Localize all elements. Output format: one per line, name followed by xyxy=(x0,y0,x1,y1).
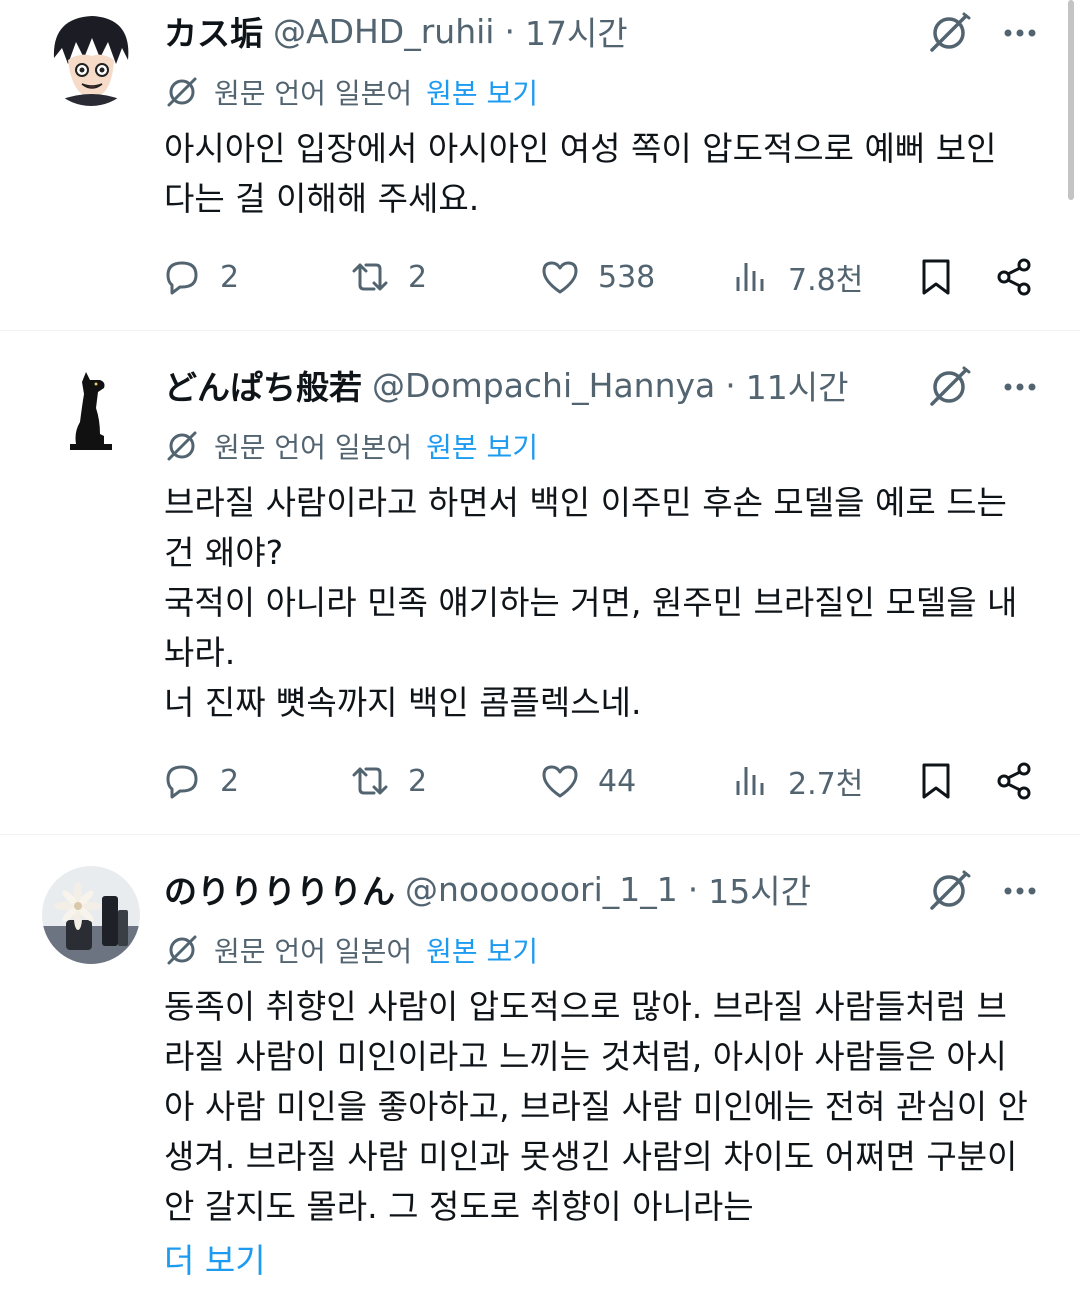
reply-count: 2 xyxy=(220,259,240,295)
user-handle[interactable]: @Dompachi_Hannya xyxy=(372,366,715,405)
tweet-divider xyxy=(0,330,1080,331)
translation-label: 원문 언어 일본어 xyxy=(214,77,413,110)
bookmark-icon xyxy=(922,763,950,799)
retweet-count: 2 xyxy=(408,763,428,799)
translation-label: 원문 언어 일본어 xyxy=(214,935,413,968)
separator-dot: · xyxy=(504,11,515,51)
tweet-text-line: 다는 걸 이해해 주세요. xyxy=(164,179,480,218)
black-dog-statue-avatar-icon xyxy=(42,362,140,460)
more-options-icon[interactable] xyxy=(1000,871,1040,911)
like-button[interactable]: 538 xyxy=(540,254,655,300)
user-handle[interactable]: @noooooori_1_1 xyxy=(405,870,678,909)
display-name[interactable]: のりりりりりん xyxy=(164,865,395,913)
bookmark-icon xyxy=(922,259,950,295)
reply-button[interactable]: 2 xyxy=(162,254,239,300)
retweet-icon xyxy=(352,263,388,291)
translate-grok-icon xyxy=(167,77,197,107)
retweet-icon xyxy=(352,767,388,795)
timestamp[interactable]: 17시간 xyxy=(525,7,628,55)
reply-button[interactable]: 2 xyxy=(162,758,239,804)
view-count: 7.8천 xyxy=(788,263,864,298)
tweet-text-line: 아 사람 미인을 좋아하고, 브라질 사람 미인에는 전혀 관심이 안 xyxy=(164,1087,1028,1126)
views-button[interactable]: 2.7천 xyxy=(730,758,863,804)
share-icon xyxy=(997,762,1031,800)
avatar[interactable] xyxy=(42,362,140,460)
translation-notice: 원문 언어 일본어 원본 보기 xyxy=(164,928,538,972)
avatar[interactable] xyxy=(42,866,140,964)
tweet-text-line: 놔라. xyxy=(164,633,236,672)
tweet-text-line: 생겨. 브라질 사람 미인과 못생긴 사람의 차이도 어쩌면 구분이 xyxy=(164,1137,1018,1176)
tweet-text-line: 아시아인 입장에서 아시아인 여성 쪽이 압도적으로 예뻐 보인 xyxy=(164,129,997,168)
heart-icon xyxy=(542,261,578,294)
share-icon xyxy=(997,258,1031,296)
views-chart-icon xyxy=(736,263,764,291)
show-original-link[interactable]: 원본 보기 xyxy=(426,930,538,970)
tweet-top-icons xyxy=(926,362,1040,412)
timestamp[interactable]: 11시간 xyxy=(746,361,849,409)
tweet-top-icons xyxy=(926,866,1040,916)
tweet-text-line: 브라질 사람이라고 하면서 백인 이주민 후손 모델을 예로 드는 xyxy=(164,483,1007,522)
retweet-button[interactable]: 2 xyxy=(350,758,427,804)
share-button[interactable] xyxy=(994,758,1034,804)
user-handle[interactable]: @ADHD_ruhii xyxy=(273,12,494,51)
grok-icon[interactable] xyxy=(926,364,972,410)
display-name[interactable]: カス垢 xyxy=(164,7,263,55)
views-chart-icon xyxy=(736,767,764,795)
more-options-icon[interactable] xyxy=(1000,13,1040,53)
like-count: 44 xyxy=(598,763,637,799)
translation-notice: 원문 언어 일본어 원본 보기 xyxy=(164,424,538,468)
tweet-header: どんぱち般若 @Dompachi_Hannya · 11시간 xyxy=(164,360,848,410)
tweet-actions: 2 2 538 7.8천 xyxy=(162,254,1042,300)
tweet-header: カス垢 @ADHD_ruhii · 17시간 xyxy=(164,6,628,56)
more-options-icon[interactable] xyxy=(1000,367,1040,407)
heart-icon xyxy=(542,765,578,798)
bookmark-button[interactable] xyxy=(916,758,956,804)
separator-dot: · xyxy=(725,365,736,405)
share-button[interactable] xyxy=(994,254,1034,300)
tweet-text-line: 안 갈지도 몰라. 그 정도로 취향이 아니라는 xyxy=(164,1187,754,1226)
translation-label: 원문 언어 일본어 xyxy=(214,431,413,464)
tweet-top-icons xyxy=(926,8,1040,58)
views-button[interactable]: 7.8천 xyxy=(730,254,863,300)
view-count: 2.7천 xyxy=(788,767,864,802)
scrollbar[interactable] xyxy=(1068,0,1074,200)
tweet-text: 아시아인 입장에서 아시아인 여성 쪽이 압도적으로 예뻐 보인 다는 걸 이해… xyxy=(164,124,1044,224)
translate-grok-icon xyxy=(167,935,197,965)
tweet-divider xyxy=(0,834,1080,835)
reply-feed: カス垢 @ADHD_ruhii · 17시간 원문 언어 일본어 원본 보기 아… xyxy=(0,0,1080,1302)
tweet-text: 브라질 사람이라고 하면서 백인 이주민 후손 모델을 예로 드는 건 왜야? … xyxy=(164,478,1044,728)
display-name[interactable]: どんぱち般若 xyxy=(164,361,362,409)
bookmark-button[interactable] xyxy=(916,254,956,300)
retweet-button[interactable]: 2 xyxy=(350,254,427,300)
reply-icon xyxy=(166,261,198,295)
reply-icon xyxy=(166,765,198,799)
like-count: 538 xyxy=(598,259,656,295)
translate-grok-icon xyxy=(167,431,197,461)
like-button[interactable]: 44 xyxy=(540,758,636,804)
tweet-text-line: 국적이 아니라 민족 얘기하는 거면, 원주민 브라질인 모델을 내 xyxy=(164,583,1018,622)
reply-count: 2 xyxy=(220,763,240,799)
avatar[interactable] xyxy=(42,8,140,106)
anime-character-avatar-icon xyxy=(42,8,140,106)
separator-dot: · xyxy=(687,869,699,909)
tweet-text-line: 건 왜야? xyxy=(164,533,284,572)
translation-notice: 원문 언어 일본어 원본 보기 xyxy=(164,70,538,114)
flower-vase-avatar-icon xyxy=(42,866,140,964)
tweet-text: 동족이 취향인 사람이 압도적으로 많아. 브라질 사람들처럼 브 라질 사람이… xyxy=(164,982,1044,1232)
show-original-link[interactable]: 원본 보기 xyxy=(426,426,538,466)
timestamp[interactable]: 15시간 xyxy=(708,865,811,913)
tweet-text-line: 라질 사람이 미인이라고 느끼는 것처럼, 아시아 사람들은 아시 xyxy=(164,1037,1007,1076)
grok-icon[interactable] xyxy=(926,10,972,56)
retweet-count: 2 xyxy=(408,259,428,295)
show-original-link[interactable]: 원본 보기 xyxy=(426,72,538,112)
show-more-link[interactable]: 더 보기 xyxy=(164,1234,266,1282)
tweet-text-line: 너 진짜 뼛속까지 백인 콤플렉스네. xyxy=(164,683,642,722)
tweet-actions: 2 2 44 2.7천 xyxy=(162,758,1042,804)
grok-icon[interactable] xyxy=(926,868,972,914)
tweet-header: のりりりりりん @noooooori_1_1 · 15시간 xyxy=(164,864,811,914)
tweet-text-line: 동족이 취향인 사람이 압도적으로 많아. 브라질 사람들처럼 브 xyxy=(164,987,1007,1026)
